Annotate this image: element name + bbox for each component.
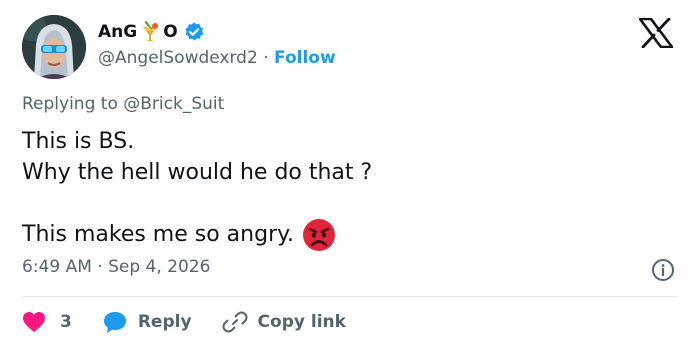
heart-icon	[23, 312, 45, 332]
like-count: 3	[60, 312, 72, 332]
copy-link-button[interactable]: Copy link	[222, 309, 346, 335]
author-handle-row: @AngelSowdexrd2 · Follow	[98, 48, 336, 68]
tweet-line-3: This makes me so angry.	[22, 222, 294, 247]
reply-bubble-icon	[103, 312, 126, 333]
tweet-text: This is BS. Why the hell would he do tha…	[22, 126, 373, 251]
handle-separator: ·	[263, 48, 269, 68]
follow-button[interactable]: Follow	[274, 48, 336, 68]
info-icon[interactable]	[651, 258, 675, 282]
tweet-date: Sep 4, 2026	[108, 257, 211, 277]
angry-face-emoji-icon	[303, 218, 335, 251]
reply-label: Reply	[137, 312, 192, 332]
tropical-drink-emoji-icon	[143, 21, 159, 41]
meta-separator: ·	[97, 257, 103, 277]
tweet-line-3-row: This makes me so angry.	[22, 218, 372, 251]
reply-button[interactable]: Reply	[102, 310, 222, 334]
author-handle[interactable]: @AngelSowdexrd2	[98, 48, 258, 68]
tweet-timestamp[interactable]: 6:49 AM · Sep 4, 2026	[22, 257, 210, 277]
x-logo-icon[interactable]	[639, 18, 673, 48]
replying-to: Replying to @Brick_Suit	[22, 94, 224, 114]
link-icon	[222, 311, 248, 333]
copy-link-label: Copy link	[257, 312, 346, 332]
author-name-row[interactable]: AnG O	[98, 20, 205, 44]
tweet-line-2: Why the hell would he do that ?	[22, 160, 373, 185]
action-bar: 3 Reply Copy link	[22, 306, 346, 338]
author-name[interactable]: AnG	[98, 22, 137, 42]
replying-prefix: Replying to	[22, 94, 118, 114]
divider	[22, 296, 678, 297]
tweet-line-1: This is BS.	[22, 129, 135, 154]
verified-badge-icon	[185, 22, 204, 41]
avatar[interactable]	[22, 15, 86, 79]
tweet-time: 6:49 AM	[22, 257, 92, 277]
reply-mention-link[interactable]: @Brick_Suit	[123, 94, 224, 114]
author-name-suffix[interactable]: O	[163, 22, 177, 42]
like-button[interactable]: 3	[22, 311, 102, 333]
